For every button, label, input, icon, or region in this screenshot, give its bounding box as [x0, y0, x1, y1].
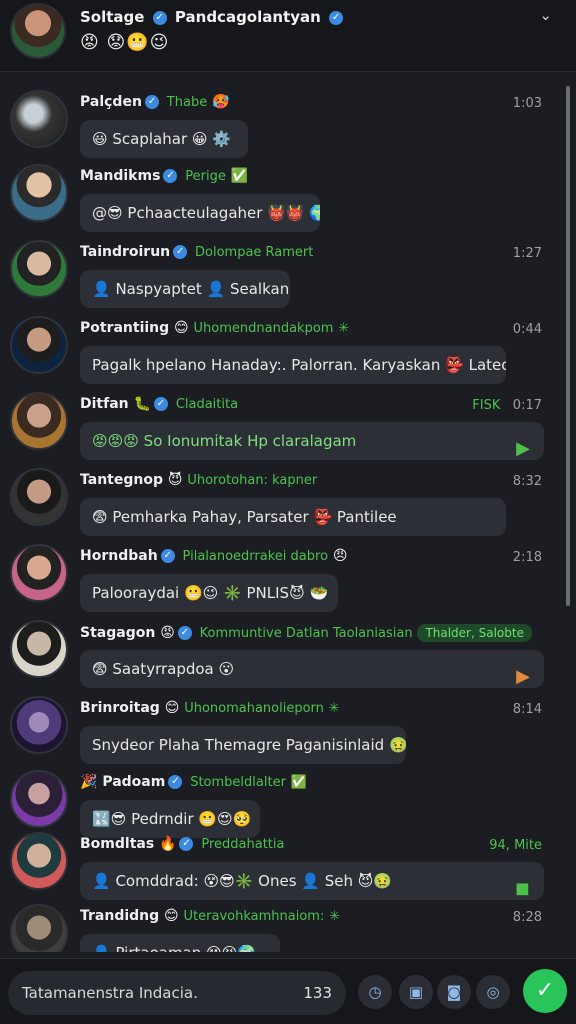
verified-icon: ✓ [177, 626, 192, 640]
timestamp: 94, Mite [489, 838, 542, 853]
message-item[interactable]: Bomdltas 🔥 ✓ Preddahattia 94, Mite 👤 Comd… [0, 828, 560, 904]
sender-name: Bomdltas 🔥 ✓ Preddahattia [80, 836, 285, 852]
sender-name: Taindroirun ✓ Dolompae Ramert [80, 244, 314, 260]
timestamp: 0:44 [512, 322, 542, 337]
message-bubble[interactable]: 😡😡😡 So Ionumitak Hp claralagam ▶ [80, 422, 544, 460]
timestamp: 8:32 [512, 474, 542, 489]
sender-name: Brinroitag 😊 Uhonomahanolieporn ✳ [80, 700, 340, 716]
camera-icon[interactable]: ◙ [437, 975, 471, 1009]
scrollbar[interactable] [566, 86, 570, 606]
send-button[interactable]: ✓ [523, 969, 567, 1013]
sender-name: Mandikms ✓ Perige ✅ [80, 168, 249, 184]
sender-name: Trandidng 😊 Uteravohkamhnaiom: ✳ [80, 908, 341, 924]
message-item[interactable]: Tantegnop 😈 Uhorotohan: kapner 8:32 😨 Pe… [0, 464, 560, 540]
message-item[interactable]: Taindroirun ✓ Dolompae Ramert 1:27 👤 Nasp… [0, 236, 560, 312]
sender-name: Potrantiing 😊 Uhomendnandakpom ✳ [80, 320, 350, 336]
timestamp: 1:03 [512, 96, 542, 111]
avatar[interactable] [10, 240, 68, 298]
compass-icon[interactable]: ◎ [476, 975, 510, 1009]
avatar[interactable] [10, 468, 68, 526]
forward-icon[interactable]: ◼ [515, 870, 530, 900]
timestamp: 2:18 [512, 550, 542, 565]
message-list[interactable]: Palçden ✓ Thabe 🥵 1:03 😃 Scaplahar 😀 ⚙️ M… [0, 80, 576, 952]
message-bubble[interactable]: 👤 Pirtaoaman 😵😫🌍 [80, 934, 280, 952]
message-item[interactable]: Stagagon 😡 ✓ Kommuntive Datlan Taolaniasi… [0, 616, 560, 692]
message-bubble[interactable]: 👤 Comddrad: 😵😎✳️ Ones 👤 Seh 😈🤢 ◼ [80, 862, 544, 900]
message-bubble[interactable]: Snydeor Plaha Themagre Paganisinlaid 🤢 [80, 726, 406, 764]
timestamp: 1:27 [512, 246, 542, 261]
chat-app: Soltage ✓ Pandcagolantyan ✓ 😡 😟😬😉 ⌄ Palç… [0, 0, 576, 1024]
avatar[interactable] [10, 770, 68, 828]
header-emojis: 😡 😟😬😉 [80, 32, 170, 53]
chat-header: Soltage ✓ Pandcagolantyan ✓ 😡 😟😬😉 ⌄ [0, 0, 576, 72]
avatar[interactable] [10, 544, 68, 602]
message-bubble[interactable]: 😨 Pemharka Pahay, Parsater 👺 Pantilee [80, 498, 506, 536]
message-item[interactable]: Brinroitag 😊 Uhonomahanolieporn ✳ 8:14 S… [0, 692, 560, 768]
sender-name: Palçden ✓ Thabe 🥵 [80, 94, 230, 110]
avatar[interactable] [10, 620, 68, 678]
chat-title[interactable]: Soltage ✓ Pandcagolantyan ✓ [80, 8, 346, 26]
sender-name: Horndbah ✓ Pilalanoedrrakei dabro 😠 [80, 548, 348, 564]
message-item[interactable]: Palçden ✓ Thabe 🥵 1:03 😃 Scaplahar 😀 ⚙️ [0, 86, 560, 162]
avatar[interactable] [10, 316, 68, 374]
group-avatar[interactable] [10, 3, 66, 59]
message-bubble[interactable]: 👤 Naspyaptet 👤 Sealkan [80, 270, 290, 308]
verified-icon: ✓ [144, 95, 159, 109]
char-counter: 133 [303, 984, 332, 1002]
verified-icon: ✓ [152, 10, 167, 25]
avatar[interactable] [10, 904, 68, 952]
timestamp: 8:28 [512, 910, 542, 925]
chevron-down-icon[interactable]: ⌄ [539, 6, 552, 24]
verified-icon: ✓ [153, 397, 168, 411]
verified-icon: ✓ [160, 549, 175, 563]
message-item[interactable]: Mandikms ✓ Perige ✅ @😎 Pchaacteulagaher 👹… [0, 160, 560, 236]
message-bubble[interactable]: @😎 Pchaacteulagaher 👹👹 🌍 [80, 194, 320, 232]
avatar[interactable] [10, 696, 68, 754]
status-badge: Thalder, Salobte [417, 624, 532, 642]
avatar[interactable] [10, 392, 68, 450]
avatar[interactable] [10, 90, 68, 148]
message-item[interactable]: Trandidng 😊 Uteravohkamhnaiom: ✳ 8:28 👤 … [0, 900, 560, 952]
timestamp: FISK 0:17 [472, 398, 542, 413]
message-bubble[interactable]: Pagalk hpelano Hanaday:. Palorran. Karya… [80, 346, 506, 384]
avatar[interactable] [10, 832, 68, 890]
verified-icon-2: ✓ [329, 10, 344, 25]
message-bubble[interactable]: 😃 Scaplahar 😀 ⚙️ [80, 120, 248, 158]
forward-icon[interactable]: ▶ [516, 430, 530, 460]
forward-icon[interactable]: ▶ [516, 658, 530, 688]
message-bubble[interactable]: 😨 Saatyrrapdoa 😮 ▶ [80, 650, 544, 688]
title-rest: Pandcagolantyan [174, 8, 321, 26]
verified-icon: ✓ [168, 775, 183, 789]
message-bubble[interactable]: Palooraydai 😬😉 ✳️ PNLIS😈 🥗 [80, 574, 338, 612]
sender-name: Stagagon 😡 ✓ Kommuntive Datlan Taolaniasi… [80, 624, 532, 642]
clock-icon[interactable]: ◷ [358, 975, 392, 1009]
verified-icon: ✓ [173, 245, 188, 259]
message-item[interactable]: Ditfan 🐛 ✓ Cladaitita FISK 0:17 😡😡😡 So Io… [0, 388, 560, 464]
verified-icon: ✓ [179, 837, 194, 851]
gallery-icon[interactable]: ▣ [399, 975, 433, 1009]
composer-bar: Tatamanenstra Indacia. 133 ◷ ▣ ◙ ◎ ✓ [0, 958, 576, 1024]
verified-icon: ✓ [163, 169, 178, 183]
message-input[interactable]: Tatamanenstra Indacia. 133 [8, 971, 346, 1015]
title-main: Soltage [80, 8, 145, 26]
sender-name: 🎉 Padoam ✓ Stombeldlalter ✅ [80, 774, 307, 790]
timestamp: 8:14 [512, 702, 542, 717]
message-item[interactable]: Potrantiing 😊 Uhomendnandakpom ✳ 0:44 Pa… [0, 312, 560, 388]
sender-name: Tantegnop 😈 Uhorotohan: kapner [80, 472, 318, 488]
sender-name: Ditfan 🐛 ✓ Cladaitita [80, 396, 239, 412]
message-item[interactable]: Horndbah ✓ Pilalanoedrrakei dabro 😠 2:18 … [0, 540, 560, 616]
avatar[interactable] [10, 164, 68, 222]
